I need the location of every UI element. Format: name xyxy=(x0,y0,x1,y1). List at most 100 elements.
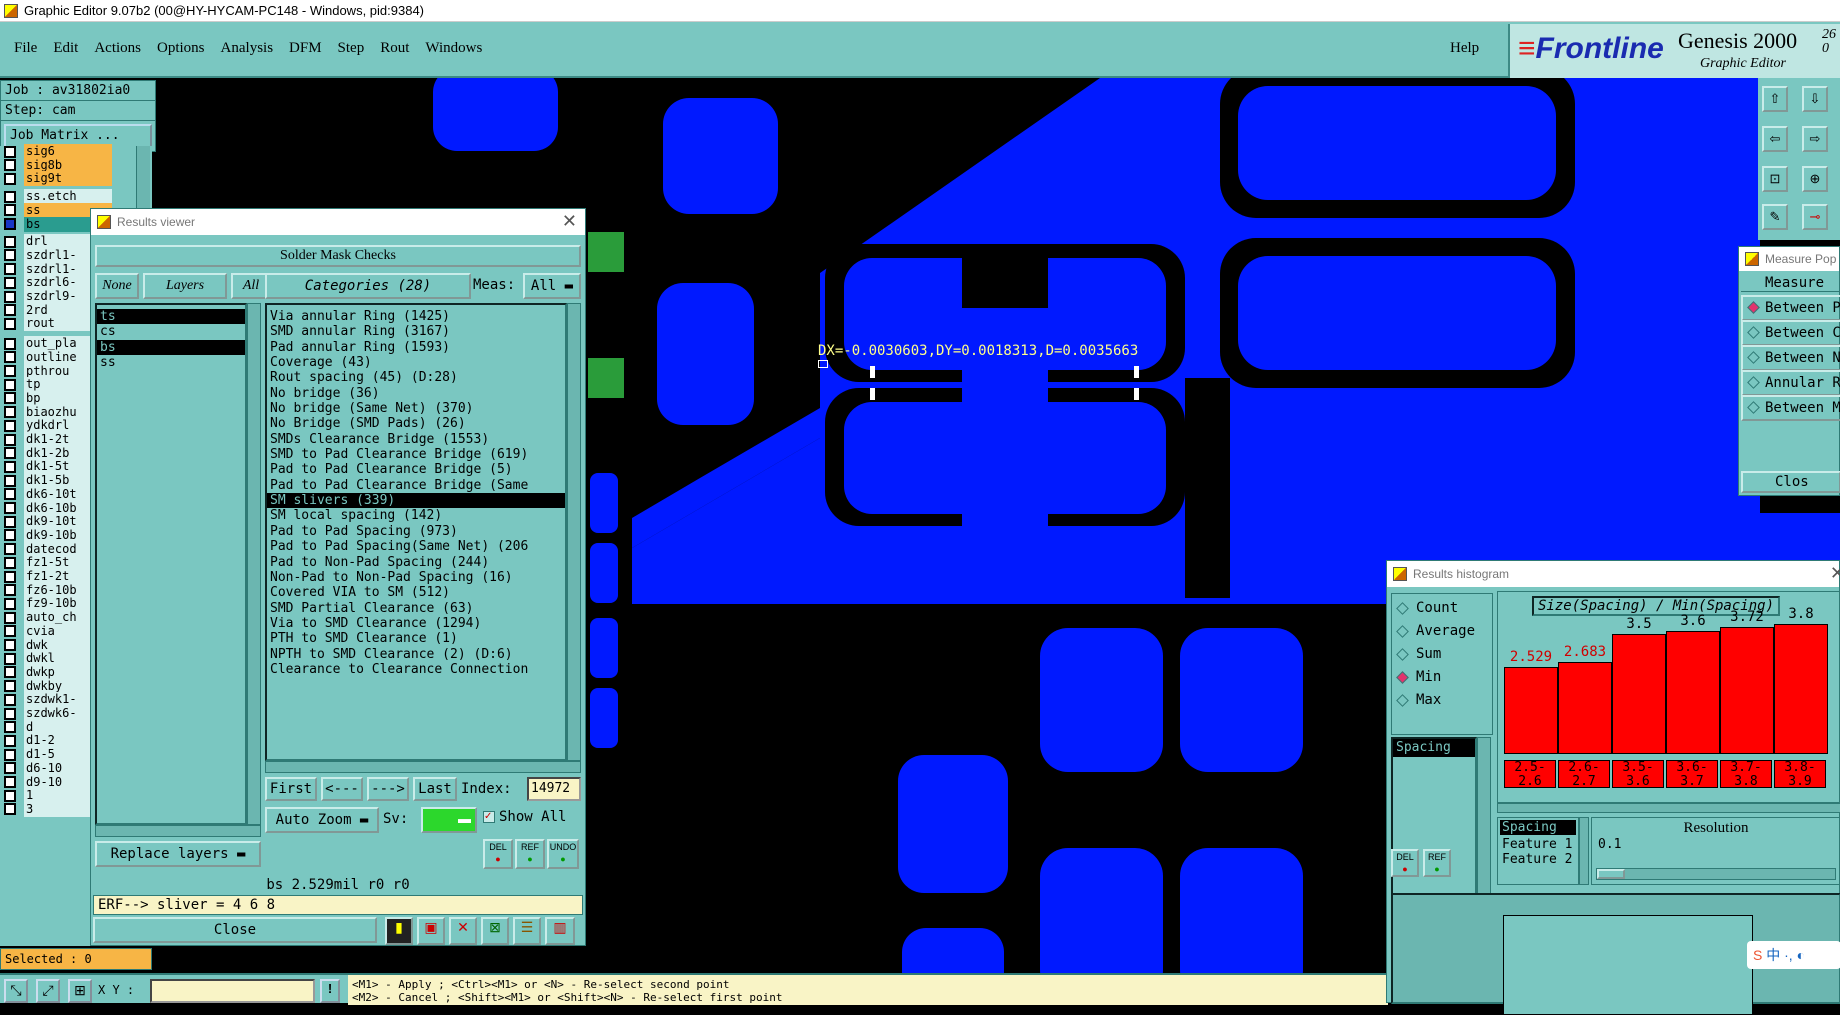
layer-checkbox[interactable] xyxy=(4,776,16,788)
histogram-bar[interactable] xyxy=(1666,631,1720,754)
layer-checkbox[interactable] xyxy=(4,488,16,501)
category-item[interactable]: PTH to SMD Clearance (1) xyxy=(267,631,565,646)
index-input[interactable]: 14972 xyxy=(527,777,581,801)
pan-right-icon[interactable]: ⇨ xyxy=(1802,126,1828,152)
histogram-attr-item[interactable]: Spacing xyxy=(1393,739,1475,757)
category-item[interactable]: SMD Partial Clearance (63) xyxy=(267,601,565,616)
layer-checkbox[interactable] xyxy=(4,762,16,775)
next-button[interactable]: ---> xyxy=(367,777,409,801)
xy-input[interactable] xyxy=(150,979,315,1003)
layer-checkbox[interactable] xyxy=(4,378,16,391)
radio-icon[interactable] xyxy=(1747,376,1760,389)
histogram-attr-list[interactable]: Spacing xyxy=(1391,737,1477,907)
auto-zoom-select[interactable]: Auto Zoom ▬ xyxy=(265,807,379,833)
pan-left-icon[interactable]: ⇦ xyxy=(1762,126,1788,152)
category-item[interactable]: No bridge (36) xyxy=(267,386,565,401)
layer-result-scrollbar[interactable] xyxy=(247,303,261,825)
measure-option[interactable]: Between M xyxy=(1741,395,1840,421)
prev-button[interactable]: <--- xyxy=(321,777,363,801)
ref-button[interactable]: REF ● xyxy=(515,839,545,869)
category-item[interactable]: Pad to Pad Clearance Bridge (Same xyxy=(267,478,565,493)
layer-checkbox[interactable] xyxy=(4,639,16,651)
result-layer-item[interactable]: ts xyxy=(97,309,245,325)
histogram-ref-button[interactable]: REF ● xyxy=(1423,849,1451,877)
info-icon[interactable]: ▮ xyxy=(385,917,413,945)
category-item[interactable]: Clearance to Clearance Connection xyxy=(267,662,565,677)
layer-checkbox[interactable] xyxy=(4,543,16,556)
radio-icon[interactable] xyxy=(1396,671,1409,684)
del-button[interactable]: DEL ● xyxy=(483,839,513,869)
category-item[interactable]: Rout spacing (45) (D:28) xyxy=(267,370,565,385)
layer-checkbox[interactable] xyxy=(4,474,16,487)
pan-down-icon[interactable]: ⇩ xyxy=(1802,86,1828,112)
menu-dfm[interactable]: DFM xyxy=(281,34,330,63)
measure-option[interactable]: Between P xyxy=(1741,295,1840,321)
zoom-fit-icon[interactable]: ⊡ xyxy=(1762,166,1788,192)
layer-checkbox[interactable] xyxy=(4,556,16,569)
radio-icon[interactable] xyxy=(1747,301,1760,314)
category-item[interactable]: No Bridge (SMD Pads) (26) xyxy=(267,416,565,431)
layer-checkbox[interactable] xyxy=(4,652,16,665)
radio-icon[interactable] xyxy=(1747,401,1760,414)
category-item[interactable]: Via annular Ring (1425) xyxy=(267,309,565,324)
layer-checkbox[interactable] xyxy=(4,721,16,734)
layer-result-list[interactable]: ts cs bs ss xyxy=(95,303,247,825)
layer-checkbox[interactable] xyxy=(4,263,16,276)
layer-checkbox[interactable] xyxy=(4,611,16,624)
layer-checkbox[interactable] xyxy=(4,515,16,528)
layer-checkbox[interactable] xyxy=(4,351,16,364)
histogram-bar[interactable] xyxy=(1720,627,1774,754)
radio-icon[interactable] xyxy=(1396,694,1409,707)
menu-step[interactable]: Step xyxy=(330,34,373,63)
layer-checkbox[interactable] xyxy=(4,748,16,761)
layer-checkbox[interactable] xyxy=(4,666,16,679)
undo-button[interactable]: UNDO ● xyxy=(547,839,579,869)
measure-option[interactable]: Between C xyxy=(1741,320,1840,346)
result-layer-item[interactable]: cs xyxy=(97,324,245,339)
categories-button[interactable]: Categories (28) xyxy=(265,273,471,299)
histogram-icon[interactable]: ▥ xyxy=(545,917,575,945)
measure-option[interactable]: Between N xyxy=(1741,345,1840,371)
category-item[interactable]: SMDs Clearance Bridge (1553) xyxy=(267,432,565,447)
layer-checkbox[interactable] xyxy=(4,460,16,473)
layer-checkbox[interactable] xyxy=(4,803,16,816)
histogram-mode-max[interactable]: Max xyxy=(1396,692,1441,708)
grid-mode-icon[interactable]: ⤢ xyxy=(36,979,60,1003)
histogram-mode-sum[interactable]: Sum xyxy=(1396,646,1441,662)
layer-checkbox[interactable] xyxy=(4,249,16,262)
category-item[interactable]: SM slivers (339) xyxy=(267,493,565,509)
layer-checkbox[interactable] xyxy=(4,290,16,303)
category-item[interactable]: No bridge (Same Net) (370) xyxy=(267,401,565,416)
layer-checkbox[interactable] xyxy=(4,680,16,693)
resolution-slider[interactable] xyxy=(1596,868,1836,880)
layer-checkbox[interactable] xyxy=(4,570,16,583)
measure-tool-icon[interactable]: ⊸ xyxy=(1802,204,1828,230)
layer-checkbox[interactable] xyxy=(4,317,16,330)
layer-checkbox[interactable] xyxy=(4,204,16,217)
category-item[interactable]: Non-Pad to Non-Pad Spacing (16) xyxy=(267,570,565,585)
zoom-center-icon[interactable]: ⊕ xyxy=(1802,166,1828,192)
menu-windows[interactable]: Windows xyxy=(417,34,490,63)
category-item[interactable]: NPTH to SMD Clearance (2) (D:6) xyxy=(267,647,565,662)
layer-checkbox[interactable] xyxy=(4,365,16,377)
category-item[interactable]: Pad annular Ring (1593) xyxy=(267,340,565,355)
layers-button[interactable]: Layers xyxy=(143,273,227,299)
last-button[interactable]: Last xyxy=(413,777,457,801)
layer-checkbox[interactable] xyxy=(4,190,16,203)
first-button[interactable]: First xyxy=(265,777,317,801)
histogram-attr-scrollbar[interactable] xyxy=(1477,737,1491,907)
histogram-hscrollbar[interactable] xyxy=(1497,803,1840,813)
result-layer-item[interactable]: bs xyxy=(97,339,245,356)
measure-option[interactable]: Annular R xyxy=(1741,370,1840,396)
meas-select[interactable]: All ▬ xyxy=(523,273,581,299)
histogram-bar[interactable] xyxy=(1504,667,1558,754)
close-icon[interactable]: ✕ xyxy=(1830,563,1840,584)
category-item[interactable]: Pad to Pad Spacing(Same Net) (206 xyxy=(267,539,565,554)
layer-checkbox[interactable] xyxy=(4,734,16,747)
layer-checkbox[interactable] xyxy=(4,584,16,597)
category-item[interactable]: SM local spacing (142) xyxy=(267,508,565,523)
category-item[interactable]: SMD annular Ring (3167) xyxy=(267,324,565,339)
menu-options[interactable]: Options xyxy=(149,34,213,63)
layer-checkbox[interactable] xyxy=(4,304,16,317)
layer-checkbox[interactable] xyxy=(4,502,16,514)
